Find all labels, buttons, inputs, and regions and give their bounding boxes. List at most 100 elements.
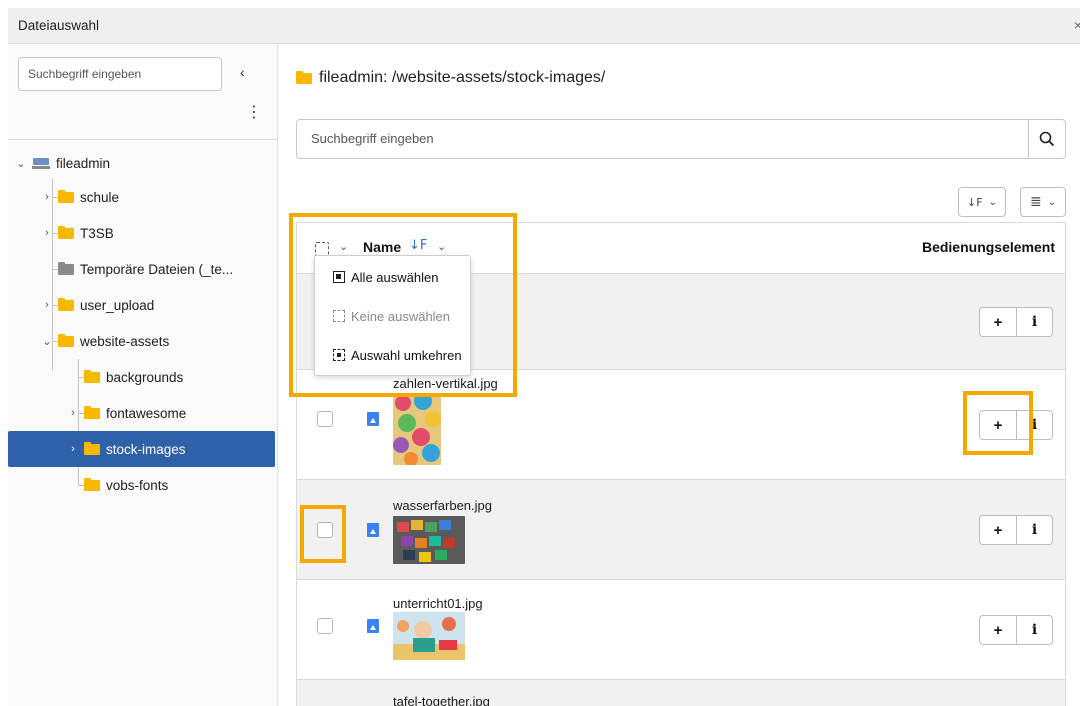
search-icon	[1039, 131, 1055, 147]
info-button[interactable]: i	[1016, 616, 1052, 644]
add-button[interactable]: +	[980, 411, 1016, 439]
chevron-right-icon[interactable]: ›	[66, 407, 80, 419]
tree-node-label: website-assets	[80, 333, 170, 349]
file-selection-window: Dateiauswahl × Suchbegriff eingeben ‹ ⋮ …	[8, 8, 1080, 706]
table-row: unterricht01.jpg + i	[297, 580, 1065, 680]
image-file-icon	[367, 412, 379, 426]
row-checkbox[interactable]	[317, 411, 333, 427]
collapse-sidebar-button[interactable]: ‹	[240, 64, 245, 80]
row-checkbox[interactable]	[317, 618, 333, 634]
tree-node-vobs-fonts[interactable]: vobs-fonts	[80, 467, 168, 503]
tree-node-label: stock-images	[106, 441, 186, 457]
chevron-right-icon[interactable]: ›	[40, 299, 54, 311]
table-row: wasserfarben.jpg + i	[297, 480, 1065, 580]
row-actions: + i	[979, 515, 1053, 545]
window-title: Dateiauswahl	[18, 18, 100, 33]
row-checkbox[interactable]	[317, 522, 333, 538]
folder-icon	[58, 297, 74, 311]
tree-node-stock-images[interactable]: › stock-images	[8, 431, 275, 467]
table-row: tafel-together.jpg	[297, 680, 1065, 706]
folder-icon	[296, 70, 312, 84]
tree-node-schule[interactable]: › schule	[40, 179, 119, 215]
table-row: zahlen-vertikal.jpg + i	[297, 370, 1065, 480]
menu-item-invert-selection[interactable]: Auswahl umkehren	[315, 337, 470, 373]
chevron-down-icon[interactable]: ⌄	[437, 240, 446, 253]
thumbnail-image[interactable]	[393, 612, 465, 660]
folder-icon	[58, 261, 74, 275]
chevron-down-icon[interactable]: ⌄	[14, 157, 28, 170]
list-view-icon: ≣	[1029, 194, 1042, 210]
tree-node-label: fontawesome	[106, 405, 187, 421]
add-button[interactable]: +	[980, 516, 1016, 544]
image-file-icon	[367, 619, 379, 633]
tree-node-label: schule	[80, 189, 120, 205]
tree-search-input[interactable]: Suchbegriff eingeben	[18, 57, 222, 91]
folder-icon	[58, 333, 74, 347]
tree-node-label: vobs-fonts	[106, 477, 169, 493]
folder-icon	[84, 477, 100, 491]
row-actions: + i	[979, 307, 1053, 337]
chevron-right-icon[interactable]: ›	[40, 191, 54, 203]
column-header-actions: Bedienungselement	[921, 239, 1055, 255]
menu-item-select-all[interactable]: Alle auswählen	[315, 259, 470, 295]
column-header-name[interactable]: Name	[363, 239, 401, 255]
select-all-icon	[333, 271, 345, 283]
sort-icon: ↓F	[967, 195, 983, 209]
tree-node-label: backgrounds	[106, 369, 184, 385]
file-search-input[interactable]: Suchbegriff eingeben	[296, 119, 1028, 159]
thumbnail-image[interactable]	[393, 516, 465, 564]
tree-node-fontawesome[interactable]: › fontawesome	[66, 395, 186, 431]
tree-node-fileadmin[interactable]: ⌄ fileadmin	[14, 145, 110, 181]
chevron-down-icon[interactable]: ⌄	[339, 240, 348, 253]
folder-icon	[84, 441, 100, 455]
tree-node-backgrounds[interactable]: backgrounds	[80, 359, 183, 395]
current-path: fileadmin: /website-assets/stock-images/	[319, 69, 606, 86]
folder-tree-sidebar: Suchbegriff eingeben ‹ ⋮ ⌄ fileadmin › s…	[8, 44, 278, 706]
info-button[interactable]: i	[1016, 411, 1052, 439]
tree-node-label: T3SB	[80, 225, 114, 241]
menu-item-label: Alle auswählen	[351, 269, 439, 285]
file-name[interactable]: zahlen-vertikal.jpg	[393, 376, 498, 391]
view-mode-button[interactable]: ≣ ⌄	[1020, 187, 1066, 217]
chevron-down-icon: ⌄	[988, 196, 997, 208]
chevron-down-icon: ⌄	[1047, 196, 1057, 208]
menu-item-label: Auswahl umkehren	[351, 347, 462, 363]
file-name[interactable]: unterricht01.jpg	[393, 596, 483, 611]
row-actions: + i	[979, 615, 1053, 645]
row-actions: + i	[979, 410, 1053, 440]
chevron-right-icon[interactable]: ›	[40, 227, 54, 239]
folder-icon	[84, 369, 100, 383]
folder-icon	[58, 225, 74, 239]
drive-icon	[32, 157, 50, 169]
sidebar-divider	[8, 139, 277, 140]
chevron-down-icon[interactable]: ⌄	[40, 335, 54, 348]
chevron-right-icon[interactable]: ›	[66, 443, 80, 455]
image-file-icon	[367, 523, 379, 537]
window-titlebar: Dateiauswahl ×	[8, 8, 1080, 44]
add-button[interactable]: +	[980, 616, 1016, 644]
tree-node-t3sb[interactable]: › T3SB	[40, 215, 114, 251]
menu-item-select-none[interactable]: Keine auswählen	[315, 298, 470, 334]
tree-node-label: user_upload	[80, 297, 155, 313]
menu-item-label: Keine auswählen	[351, 308, 451, 324]
select-all-checkbox[interactable]	[315, 242, 329, 256]
sort-direction-icon[interactable]: ↓F	[409, 238, 427, 253]
invert-selection-icon	[333, 349, 345, 361]
folder-icon	[58, 189, 74, 203]
file-name[interactable]: tafel-together.jpg	[393, 694, 490, 706]
search-button[interactable]	[1028, 119, 1066, 159]
thumbnail-image[interactable]	[393, 393, 441, 465]
selection-menu: Alle auswählen Keine auswählen Auswahl u…	[314, 255, 471, 376]
breadcrumb: fileadmin: /website-assets/stock-images/	[296, 69, 605, 87]
info-button[interactable]: i	[1016, 308, 1052, 336]
tree-node-user-upload[interactable]: › user_upload	[40, 287, 154, 323]
add-button[interactable]: +	[980, 308, 1016, 336]
tree-node-temp[interactable]: Temporäre Dateien (_te...	[54, 251, 233, 287]
tree-node-website-assets[interactable]: ⌄ website-assets	[40, 323, 169, 359]
tree-node-label: Temporäre Dateien (_te...	[80, 261, 234, 277]
sort-button[interactable]: ↓F ⌄	[958, 187, 1006, 217]
file-name[interactable]: wasserfarben.jpg	[393, 498, 492, 513]
close-icon[interactable]: ×	[1074, 17, 1080, 33]
info-button[interactable]: i	[1016, 516, 1052, 544]
tree-menu-button[interactable]: ⋮	[246, 105, 262, 121]
